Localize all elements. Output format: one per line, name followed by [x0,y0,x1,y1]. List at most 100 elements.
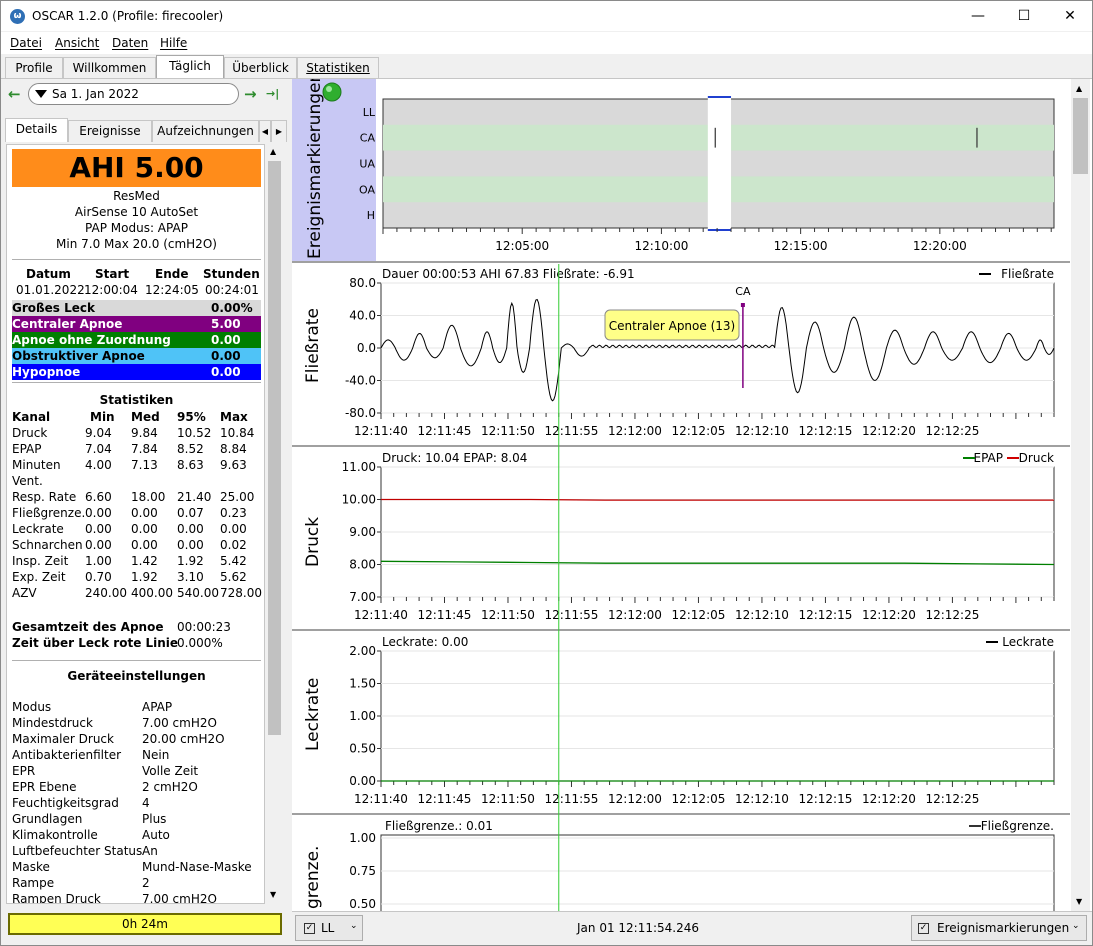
tab-willkommen[interactable]: Willkommen [63,57,156,79]
graph-scrollbar[interactable]: ▲ ▼ [1071,79,1090,911]
y-tick-label: 11.00 [342,460,376,474]
legend-label: Leckrate [1002,635,1054,649]
setting-value: 2 [142,876,150,890]
stats-cell: 0.00 [131,538,158,552]
event-flags-label: Ereignismarkierungen [937,921,1070,935]
stats-cell: 1.42 [131,554,158,568]
stats-header-med: Med [131,410,160,424]
stats-cell: Schnarchen [12,538,83,552]
graph-status-bar: ✓ LL ⌄ Jan 01 12:11:54.246 ✓ Ereignismar… [292,911,1092,945]
settings-row: Antibakterienfilter Nein [12,747,261,763]
details-scrollbar[interactable]: ▲ ▼ [266,144,283,904]
stats-cell: 18.00 [131,490,166,504]
duration-bar[interactable]: 0h 24m [8,913,282,935]
maximize-button[interactable]: ☐ [1001,1,1047,31]
calendar-dropdown-icon[interactable] [35,90,47,98]
title-bar: ⍵ OSCAR 1.2.0 (Profile: firecooler) — ☐ … [1,1,1092,31]
graph-scroll-thumb[interactable] [1073,98,1088,174]
x-tick-label: 12:12:25 [925,792,979,806]
menu-hilfe[interactable]: Hilfe [160,36,187,50]
x-tick-label: 12:12:20 [862,608,916,622]
setting-label: Antibakterienfilter [12,748,122,762]
tab-aufzeichnungen[interactable]: Aufzeichnungen [152,120,259,142]
y-tick-label: 10.00 [342,493,376,507]
scroll-up-icon[interactable]: ▲ [270,147,276,156]
setting-label: Maske [12,860,50,874]
header-start: Start [95,267,130,281]
x-tick-label: 12:12:05 [671,792,725,806]
y-tick-label: 0.50 [349,742,376,756]
y-tick-label: 40.0 [349,309,376,323]
tab-details[interactable]: Details [5,118,68,142]
scroll-up-icon[interactable]: ▲ [1076,84,1082,93]
x-tick-label: 12:11:55 [545,792,599,806]
x-tick-label: 12:11:50 [481,608,535,622]
left-panel: ← Sa 1. Jan 2022 → →| Details Ereignisse… [1,79,291,945]
stats-cell: 0.00 [177,522,204,536]
settings-row: Mindestdruck 7.00 cmH2O [12,715,261,731]
setting-value: APAP [142,700,173,714]
settings-row: Rampen Druck 7.00 cmH2O [12,891,261,903]
tab-ereignisse[interactable]: Ereignisse [68,120,152,142]
details-scroll-thumb[interactable] [268,161,281,735]
setting-value: 7.00 cmH2O [142,716,217,730]
menu-ansicht[interactable]: Ansicht [55,36,99,50]
tab-ueberblick[interactable]: Überblick [224,57,297,79]
event-index-value: 0.00 [211,349,241,363]
event-index-label: Apnoe ohne Zuordnung [12,333,171,347]
layout-combo[interactable]: ✓ LL ⌄ [295,915,363,941]
stats-cell: 25.00 [220,490,255,504]
stats-cell: 0.00 [85,522,112,536]
last-day-arrow-icon[interactable]: →| [266,87,279,100]
next-day-arrow-icon[interactable]: → [244,85,257,103]
event-category-label: LL [363,106,376,119]
stats-cell: 1.92 [177,554,204,568]
event-index-row[interactable]: Apnoe ohne Zuordnung 0.00 [12,332,261,348]
scroll-down-icon[interactable]: ▼ [1076,897,1082,906]
x-tick-label: 12:12:05 [671,608,725,622]
close-button[interactable]: ✕ [1047,1,1093,31]
event-category-label: OA [359,183,375,196]
setting-label: EPR Ebene [12,780,77,794]
y-tick-label: 80.0 [349,276,376,290]
tab-scroll-left-icon[interactable]: ◀ [259,120,271,142]
event-index-label: Centraler Apnoe [12,317,123,331]
tab-taeglich[interactable]: Täglich [156,55,224,79]
device-mode: PAP Modus: APAP [85,221,188,235]
device-model: AirSense 10 AutoSet [74,205,199,219]
event-flags-toggle[interactable]: ✓ Ereignismarkierungen ⌄ [911,915,1087,941]
event-index-row[interactable]: Obstruktiver Apnoe 0.00 [12,348,261,364]
minimize-button[interactable]: — [955,1,1001,31]
scroll-down-icon[interactable]: ▼ [270,890,276,899]
stats-header-95: 95% [177,410,206,424]
settings-row: Grundlagen Plus [12,811,261,827]
stats-cell: 0.70 [85,570,112,584]
date-picker[interactable]: Sa 1. Jan 2022 [28,83,239,105]
settings-row: Modus APAP [12,699,261,715]
menu-datei[interactable]: Datei [10,36,42,50]
event-index-value: 0.00 [211,333,241,347]
tab-profile[interactable]: Profile [5,57,63,79]
event-index-row[interactable]: Großes Leck 0.00% [12,300,261,316]
stats-row: Minuten 4.00 7.13 8.63 9.63 [12,457,261,473]
event-index-row[interactable]: Centraler Apnoe 5.00 [12,316,261,332]
divider [12,660,261,661]
x-tick-label: 12:12:00 [608,608,662,622]
x-tick-label: 12:11:50 [481,424,535,438]
chevron-down-icon: ⌄ [350,921,358,931]
settings-title: Geräteeinstellungen [67,669,206,683]
event-index-row[interactable]: Hypopnoe 0.00 [12,364,261,380]
graphs-svg[interactable]: Ereignismarkierungen LL CA UA OA H 12:05:00 12:… [292,79,1070,911]
stats-cell: 9.04 [85,426,112,440]
checkbox-icon: ✓ [918,923,929,934]
divider [12,382,261,383]
stats-cell: 0.07 [177,506,204,520]
stats-row: Resp. Rate 6.60 18.00 21.40 25.00 [12,489,261,505]
setting-value: 20.00 cmH2O [142,732,225,746]
prev-day-arrow-icon[interactable]: ← [8,85,21,103]
stats-row: Insp. Zeit 1.00 1.42 1.92 5.42 [12,553,261,569]
tab-scroll-right-icon[interactable]: ▶ [271,120,287,142]
session-start: 12:00:04 [84,283,138,297]
menu-daten[interactable]: Daten [112,36,148,50]
tab-statistiken[interactable]: Statistiken [297,57,379,79]
